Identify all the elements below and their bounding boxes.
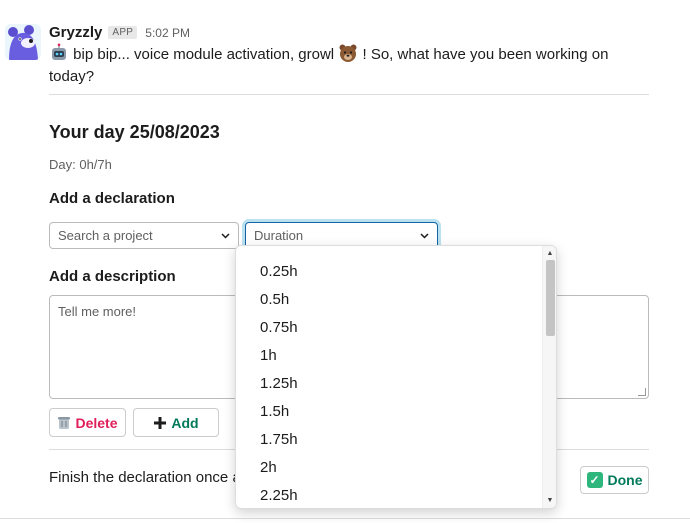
add-button-label: Add <box>171 414 199 431</box>
plus-icon <box>154 416 167 429</box>
day-title: Your day 25/08/2023 <box>49 122 220 142</box>
scroll-down-arrow-icon[interactable]: ▼ <box>543 497 556 504</box>
day-counter: Day: 0h/7h <box>49 157 112 172</box>
message-body: bip bip... voice module activation, grow… <box>49 43 624 88</box>
duration-options-list: 0.25h 0.5h 0.75h 1h 1.25h 1.5h 1.75h 2h … <box>236 258 544 508</box>
description-placeholder: Tell me more! <box>58 304 137 319</box>
delete-button-label: Delete <box>75 414 118 431</box>
duration-option[interactable]: 2h <box>236 454 544 482</box>
wastebasket-icon <box>58 417 71 429</box>
duration-option[interactable]: 0.25h <box>236 258 544 286</box>
bear-emoji-icon <box>339 44 357 62</box>
scroll-up-arrow-icon[interactable]: ▲ <box>543 250 556 257</box>
bear-logo-icon <box>5 24 41 60</box>
declaration-label: Add a declaration <box>49 190 175 207</box>
resize-handle[interactable] <box>638 388 646 396</box>
description-label: Add a description <box>49 268 176 285</box>
robot-emoji-icon <box>52 43 66 60</box>
divider <box>0 518 690 519</box>
duration-option[interactable]: 2.25h <box>236 482 544 508</box>
message-timestamp[interactable]: 5:02 PM <box>145 26 190 40</box>
duration-option[interactable]: 1.5h <box>236 398 544 426</box>
duration-option[interactable]: 1.75h <box>236 426 544 454</box>
message-header: Gryzzly APP 5:02 PM <box>49 24 190 41</box>
duration-option[interactable]: 1.25h <box>236 370 544 398</box>
delete-button[interactable]: Delete <box>49 408 126 437</box>
duration-select-placeholder: Duration <box>254 228 304 243</box>
finish-text: Finish the declaration once a <box>49 469 241 486</box>
done-button[interactable]: ✓ Done <box>580 466 649 494</box>
check-mark-icon: ✓ <box>586 472 603 488</box>
duration-dropdown[interactable]: 0.25h 0.5h 0.75h 1h 1.25h 1.5h 1.75h 2h … <box>235 245 557 509</box>
bot-avatar[interactable] <box>5 24 41 60</box>
chevron-down-icon <box>420 232 429 239</box>
dropdown-scrollbar[interactable]: ▲ ▼ <box>542 246 556 508</box>
duration-option[interactable]: 0.75h <box>236 314 544 342</box>
duration-option[interactable]: 1h <box>236 342 544 370</box>
project-select[interactable]: Search a project <box>49 222 239 249</box>
scrollbar-thumb[interactable] <box>546 260 555 336</box>
duration-option[interactable]: 0.5h <box>236 286 544 314</box>
chevron-down-icon <box>221 232 230 239</box>
done-button-label: Done <box>607 472 643 488</box>
bot-name[interactable]: Gryzzly <box>49 24 102 41</box>
project-select-placeholder: Search a project <box>58 228 153 243</box>
add-button[interactable]: Add <box>133 408 219 437</box>
app-badge: APP <box>108 26 138 39</box>
divider <box>49 94 649 95</box>
message-text-part1: bip bip... voice module activation, grow… <box>69 46 339 63</box>
